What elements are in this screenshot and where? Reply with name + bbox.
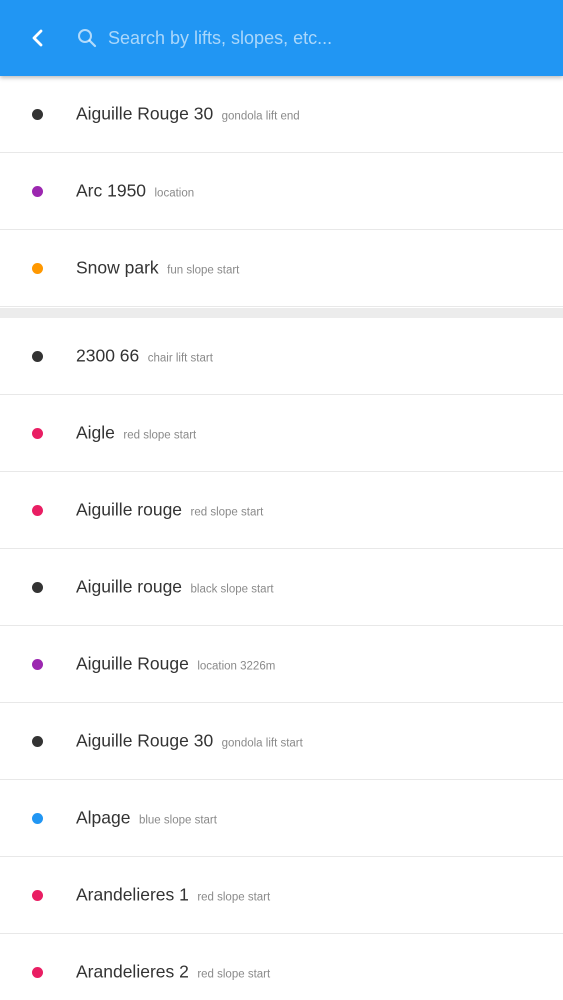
list-item-name: Arandelieres 2 xyxy=(76,961,189,982)
list-item-text: Arandelieres 1 red slope start xyxy=(76,885,270,906)
list-item-type: red slope start xyxy=(197,891,271,904)
list-item-name: Arandelieres 1 xyxy=(76,884,189,905)
status-dot xyxy=(32,659,43,670)
list-item-name: 2300 66 xyxy=(76,345,140,366)
status-dot xyxy=(32,428,43,439)
list-item-type: blue slope start xyxy=(138,814,217,827)
list-item-name: Arc 1950 xyxy=(76,180,147,201)
list-item-type: chair lift start xyxy=(147,352,213,365)
list-item-text: Aiguille Rouge 30 gondola lift end xyxy=(76,104,300,125)
search-screen: Aiguille Rouge 30 gondola lift end Arc 1… xyxy=(0,0,563,1000)
list-item[interactable]: Alpage blue slope start xyxy=(0,780,563,857)
list-item[interactable]: Snow park fun slope start xyxy=(0,230,563,307)
list-item-type: fun slope start xyxy=(167,264,240,277)
list-item-name: Aiguille rouge xyxy=(76,499,183,520)
status-dot xyxy=(32,967,43,978)
search-icon xyxy=(78,29,97,48)
list-item-name: Aiguille Rouge xyxy=(76,653,189,674)
list-item-text: Aiguille rouge black slope start xyxy=(76,577,274,598)
status-dot xyxy=(32,736,43,747)
list-item-name: Aiguille rouge xyxy=(76,576,183,597)
recent-list: Aiguille Rouge 30 gondola lift end Arc 1… xyxy=(0,76,563,307)
search-input[interactable] xyxy=(108,20,538,56)
list-item-text: Arc 1950 location xyxy=(76,181,194,202)
status-dot xyxy=(32,505,43,516)
status-dot xyxy=(32,186,43,197)
list-item[interactable]: Arc 1950 location xyxy=(0,153,563,230)
list-item-text: 2300 66 chair lift start xyxy=(76,346,213,367)
list-item-name: Snow park xyxy=(76,257,159,278)
list-item-name: Aiguille Rouge 30 xyxy=(76,103,214,124)
list-item-text: Aiguille Rouge 30 gondola lift start xyxy=(76,731,303,752)
list-item-type: red slope start xyxy=(123,429,197,442)
list-item-text: Snow park fun slope start xyxy=(76,258,239,279)
status-dot xyxy=(32,813,43,824)
back-button[interactable] xyxy=(18,18,58,58)
list-item-type: gondola lift end xyxy=(221,110,300,123)
list-item[interactable]: Aiguille Rouge 30 gondola lift end xyxy=(0,76,563,153)
results-list: 2300 66 chair lift start Aigle red slope… xyxy=(0,318,563,1000)
list-item-text: Alpage blue slope start xyxy=(76,808,217,829)
list-item-type: location xyxy=(154,187,195,200)
list-item[interactable]: Arandelieres 1 red slope start xyxy=(0,857,563,934)
chevron-left-icon xyxy=(32,29,43,47)
list-item[interactable]: Aiguille rouge red slope start xyxy=(0,472,563,549)
list-item-text: Arandelieres 2 red slope start xyxy=(76,962,270,983)
list-item-text: Aigle red slope start xyxy=(76,423,196,444)
status-dot xyxy=(32,582,43,593)
status-dot xyxy=(32,890,43,901)
list-item-name: Aigle xyxy=(76,422,115,443)
list-item[interactable]: Aiguille Rouge 30 gondola lift start xyxy=(0,703,563,780)
list-item[interactable]: Aigle red slope start xyxy=(0,395,563,472)
list-item-type: gondola lift start xyxy=(221,737,303,750)
list-item-text: Aiguille Rouge location 3226m xyxy=(76,654,275,675)
status-dot xyxy=(32,109,43,120)
list-item-type: red slope start xyxy=(197,968,271,981)
list-item[interactable]: 2300 66 chair lift start xyxy=(0,318,563,395)
list-item[interactable]: Arandelieres 2 red slope start xyxy=(0,934,563,1000)
list-item[interactable]: Aiguille Rouge location 3226m xyxy=(0,626,563,703)
status-dot xyxy=(32,351,43,362)
list-item-type: location 3226m xyxy=(197,660,276,673)
list-item-type: black slope start xyxy=(190,583,274,596)
list-item[interactable]: Aiguille rouge black slope start xyxy=(0,549,563,626)
search-header xyxy=(0,0,563,76)
list-item-text: Aiguille rouge red slope start xyxy=(76,500,263,521)
list-item-name: Alpage xyxy=(76,807,131,828)
list-item-name: Aiguille Rouge 30 xyxy=(76,730,214,751)
status-dot xyxy=(32,263,43,274)
list-item-type: red slope start xyxy=(190,506,264,519)
